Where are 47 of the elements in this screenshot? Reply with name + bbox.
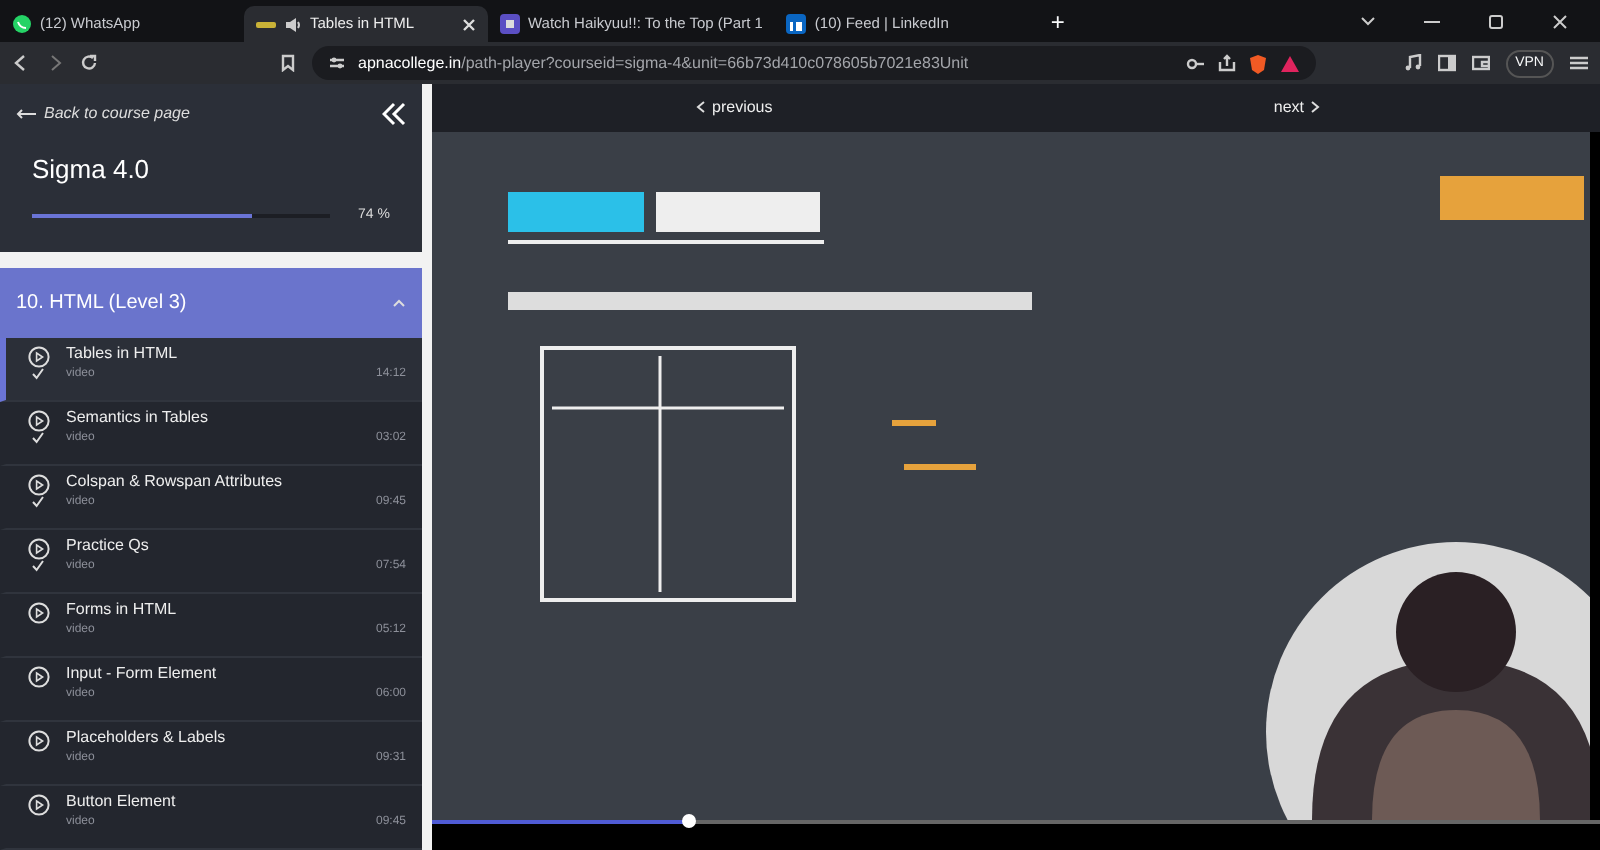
chevron-down-icon[interactable]	[1360, 13, 1376, 29]
back-icon[interactable]	[12, 54, 30, 72]
back-link[interactable]: Back to course page	[16, 101, 190, 126]
reload-icon[interactable]	[80, 54, 98, 72]
course-title: Sigma 4.0	[30, 152, 152, 189]
url-text: apnacollege.in/path-player?courseid=sigma-4&unit=66b73d410c078605b7021e83Unit	[358, 51, 971, 75]
chevron-right-icon	[1310, 100, 1320, 115]
arrow-left-icon	[16, 107, 36, 120]
lesson-title: Semantics in Tables	[66, 410, 210, 428]
play-circle-icon	[27, 410, 49, 433]
play-circle-icon	[27, 346, 49, 369]
close-icon[interactable]	[462, 17, 476, 31]
menu-icon[interactable]	[1570, 54, 1588, 72]
play-circle-icon	[27, 730, 49, 753]
collapse-icon[interactable]	[382, 101, 406, 126]
bookmark-icon[interactable]	[280, 54, 296, 72]
play-circle-icon	[27, 794, 49, 817]
site-logo-icon	[500, 14, 520, 34]
address-bar[interactable]: apnacollege.in/path-player?courseid=sigma-4&unit=66b73d410c078605b7021e83Unit	[312, 46, 1316, 80]
wallet-icon[interactable]	[1471, 54, 1490, 72]
previous-link[interactable]: previous	[696, 96, 773, 120]
forward-icon[interactable]	[46, 54, 64, 72]
lesson-title: Practice Qs	[66, 538, 151, 556]
lesson-title: Colspan & Rowspan Attributes	[66, 474, 285, 492]
key-icon[interactable]	[1186, 55, 1206, 71]
lesson-title: Placeholders & Labels	[66, 730, 228, 748]
close-icon[interactable]	[1552, 13, 1568, 29]
play-circle-icon	[27, 538, 49, 561]
next-link[interactable]: next	[1273, 96, 1320, 120]
module-header[interactable]: 10. HTML (Level 3)	[0, 267, 422, 339]
sidebar-icon[interactable]	[1437, 54, 1456, 72]
chevron-left-icon	[696, 100, 706, 115]
play-circle-icon	[27, 602, 49, 625]
music-note-icon[interactable]	[1403, 54, 1422, 72]
lesson-title: Tables in HTML	[66, 346, 180, 364]
seek-handle[interactable]	[682, 814, 697, 828]
lesson-title: Button Element	[66, 794, 178, 812]
share-icon[interactable]	[1218, 54, 1236, 72]
triangle-icon[interactable]	[1280, 53, 1300, 73]
play-circle-icon	[27, 666, 49, 689]
new-tab-button[interactable]: +	[1050, 0, 1065, 42]
chevron-up-icon	[392, 297, 406, 308]
lesson-title: Forms in HTML	[66, 602, 179, 620]
restore-icon[interactable]	[1488, 13, 1504, 29]
lesson-title: Input - Form Element	[66, 666, 219, 684]
site-settings-icon[interactable]	[328, 54, 346, 72]
play-circle-icon	[27, 474, 49, 497]
